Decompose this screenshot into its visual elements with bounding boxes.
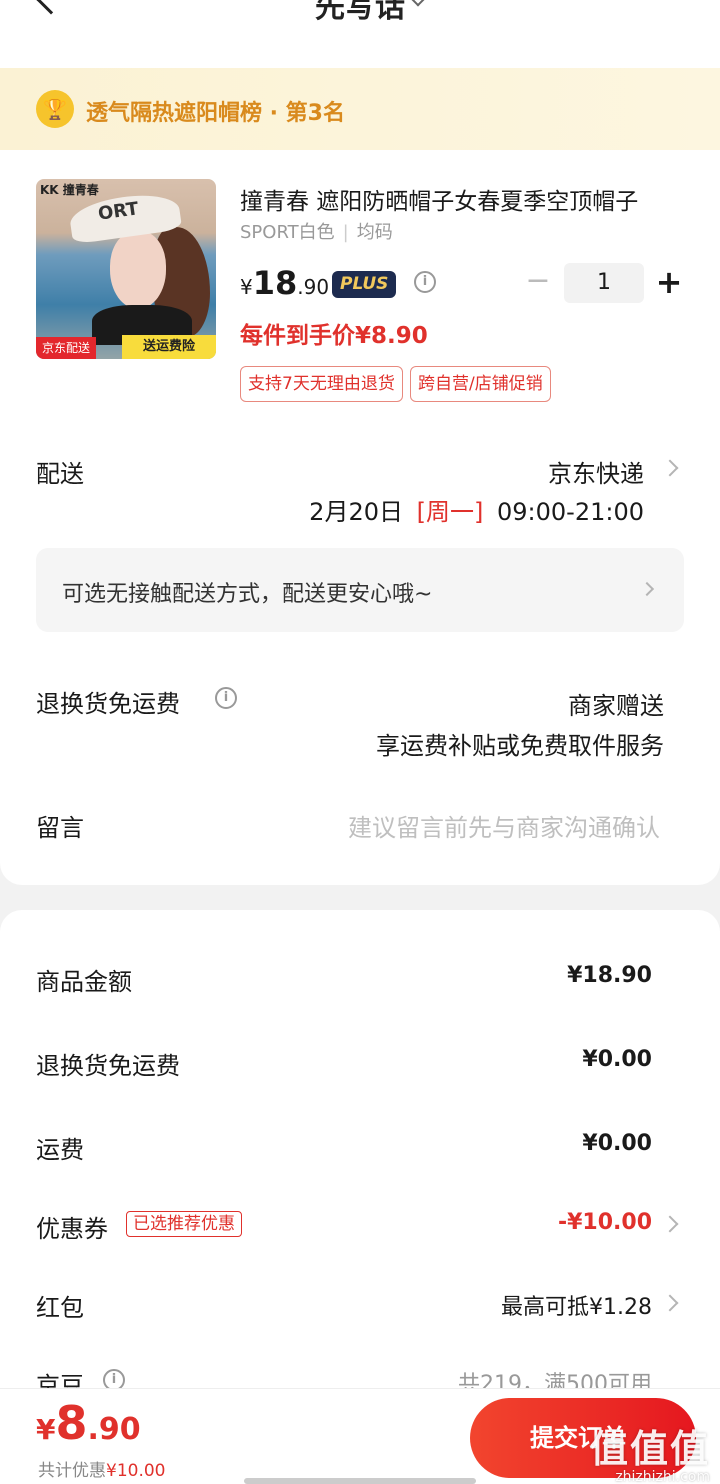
plus-badge: PLUS <box>332 271 397 298</box>
trophy-icon: 🏆 <box>36 90 74 128</box>
brand-logo: KK 撞青春 <box>40 183 99 197</box>
quantity-plus-button[interactable]: + <box>654 264 684 300</box>
total-discount: 共计优惠¥10.00 <box>38 1456 165 1481</box>
freight-value: ¥0.00 <box>582 1131 652 1156</box>
total-integer: 8 <box>55 1396 88 1450</box>
spec-color: SPORT白色 <box>240 222 335 243</box>
rank-text: 透气隔热遮阳帽榜 · 第3名 <box>86 101 345 126</box>
price-integer: 18 <box>252 264 298 302</box>
return-shipping-gift: 商家赠送 <box>568 692 664 720</box>
watermark: 值值值 zhizhizhi.com <box>590 1418 710 1484</box>
jd-delivery-badge: 京东配送 <box>36 337 97 359</box>
delivery-carrier[interactable]: 京东快递 <box>548 454 644 489</box>
goods-amount-value: ¥18.90 <box>567 963 652 988</box>
freight-insurance-badge: 送运费险 <box>122 335 216 359</box>
delivery-date: 2月20日 <box>309 498 403 526</box>
remark-input[interactable]: 建议留言前先与商家沟通确认 <box>348 808 660 843</box>
product-title[interactable]: 撞青春 遮阳防晒帽子女春夏季空顶帽子 <box>240 182 680 216</box>
red-packet-label: 红包 <box>36 1294 84 1322</box>
return-freight-value: ¥0.00 <box>582 1047 652 1072</box>
product-image[interactable]: ORT KK 撞青春 京东配送 送运费险 <box>36 179 216 359</box>
return-policy-tag: 支持7天无理由退货 <box>240 366 403 402</box>
home-indicator[interactable] <box>244 1478 476 1484</box>
freight-label: 运费 <box>36 1136 84 1164</box>
coupon-value[interactable]: -¥10.00 <box>558 1210 652 1235</box>
promotion-tag: 跨自营/店铺促销 <box>410 366 551 402</box>
red-packet-value[interactable]: 最高可抵¥1.28 <box>501 1289 652 1321</box>
goods-amount-label: 商品金额 <box>36 968 132 996</box>
spec-separator: | <box>342 222 349 243</box>
remark-label: 留言 <box>36 814 84 842</box>
coupon-label: 优惠券 <box>36 1215 108 1243</box>
delivery-window: 09:00-21:00 <box>497 498 644 526</box>
page-title: 先写话 <box>315 0 405 25</box>
return-shipping-service: 享运费补贴或免费取件服务 <box>376 732 664 760</box>
contactless-delivery-notice[interactable]: 可选无接触配送方式，配送更安心哦~ <box>36 548 684 632</box>
discount-value: ¥10.00 <box>106 1461 166 1481</box>
image-face <box>110 231 166 309</box>
top-bar: 先写话 <box>0 0 720 68</box>
total-price: ¥8.90 <box>36 1396 141 1450</box>
return-shipping-label: 退换货免运费 <box>36 690 180 718</box>
total-currency: ¥ <box>36 1413 56 1446</box>
return-shipping-info-icon[interactable]: i <box>215 687 237 709</box>
return-freight-label: 退换货免运费 <box>36 1052 180 1080</box>
product-price: ¥18.90 <box>240 264 329 302</box>
unit-final-price: 每件到手价¥8.90 <box>240 323 428 349</box>
watermark-logo-text: 值值值 <box>589 1427 710 1471</box>
price-decimal: .90 <box>297 275 330 299</box>
quantity-input[interactable]: 1 <box>564 263 644 303</box>
delivery-time[interactable]: 2月20日 [周一] 09:00-21:00 <box>309 492 644 527</box>
price-info-icon[interactable]: i <box>414 271 436 293</box>
notice-text: 可选无接触配送方式，配送更安心哦~ <box>62 582 433 607</box>
delivery-label: 配送 <box>36 460 84 488</box>
coupon-selected-tag: 已选推荐优惠 <box>126 1211 242 1237</box>
product-spec[interactable]: SPORT白色 | 均码 <box>240 218 393 244</box>
total-decimal: .90 <box>87 1412 141 1447</box>
quantity-minus-button[interactable]: − <box>524 266 552 300</box>
delivery-weekday: [周一] <box>416 498 484 526</box>
notice-chevron-icon <box>639 581 655 597</box>
spec-size: 均码 <box>356 222 393 243</box>
price-currency: ¥ <box>240 275 253 299</box>
discount-prefix: 共计优惠 <box>38 1461 106 1481</box>
